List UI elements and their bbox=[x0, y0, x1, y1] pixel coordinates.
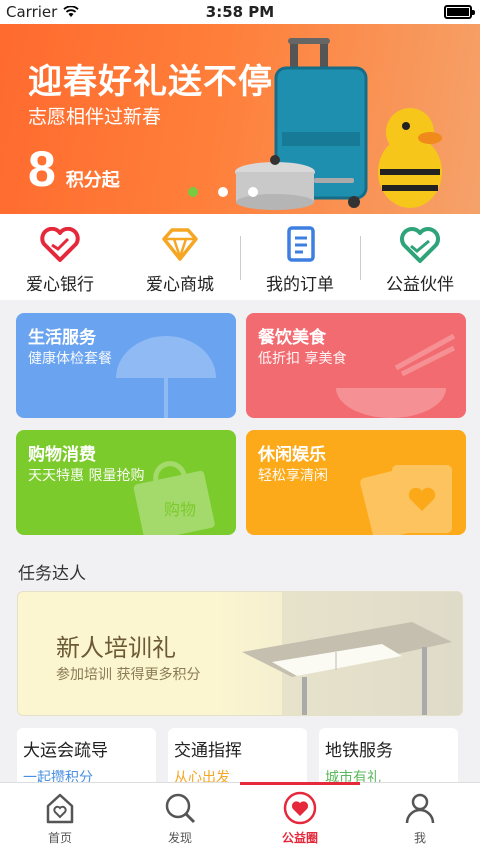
status-bar: Carrier 3:58 PM bbox=[0, 0, 480, 24]
tab-label: 发现 bbox=[167, 831, 192, 845]
quick-nav-partners[interactable]: 公益伙伴 bbox=[360, 214, 480, 300]
tab-discover[interactable]: 发现 bbox=[120, 783, 240, 853]
heart-circle-icon bbox=[283, 791, 317, 825]
bottom-tab-bar: 首页 发现 公益圈 我 bbox=[0, 782, 480, 853]
task-card-metro[interactable]: 地铁服务 城市有礼 bbox=[319, 728, 458, 788]
diamond-icon bbox=[162, 228, 198, 261]
category-dining[interactable]: 餐饮美食 低折扣 享美食 bbox=[246, 313, 466, 418]
classroom-illustration bbox=[242, 592, 462, 715]
task-list: 大运会疏导 一起攒积分 交通指挥 从心出发 地铁服务 城市有礼 bbox=[17, 728, 458, 788]
category-subtitle: 轻松享清闲 bbox=[258, 468, 328, 484]
quick-nav-label: 我的订单 bbox=[266, 275, 334, 295]
battery-icon bbox=[444, 5, 475, 19]
category-title: 购物消费 bbox=[28, 445, 96, 465]
banner-points-value: 8 bbox=[28, 141, 56, 197]
banner-points-unit: 积分起 bbox=[65, 170, 120, 191]
tab-me[interactable]: 我 bbox=[360, 783, 480, 853]
status-time: 3:58 PM bbox=[205, 3, 275, 21]
carousel-dot-3[interactable] bbox=[248, 187, 258, 197]
quick-nav-my-orders[interactable]: 我的订单 bbox=[240, 214, 360, 300]
category-title: 生活服务 bbox=[28, 328, 96, 348]
tab-label: 我 bbox=[413, 831, 426, 845]
carousel-indicator bbox=[188, 187, 258, 197]
heart-card-icon bbox=[360, 465, 452, 535]
promo-banner[interactable]: 迎春好礼送不停 志愿相伴过新春 8 积分起 bbox=[0, 24, 480, 214]
shopping-bag-icon: 购物 bbox=[133, 461, 215, 535]
quick-nav-label: 公益伙伴 bbox=[386, 275, 454, 295]
tab-label: 公益圈 bbox=[281, 831, 318, 845]
bowl-chopsticks-icon bbox=[336, 333, 456, 418]
divider bbox=[240, 236, 241, 280]
task-title: 交通指挥 bbox=[174, 741, 242, 761]
section-title-task-expert: 任务达人 bbox=[18, 564, 86, 584]
category-life-services[interactable]: 生活服务 健康体检套餐 bbox=[16, 313, 236, 418]
banner-points: 8 积分起 bbox=[28, 140, 120, 198]
carousel-dot-1[interactable] bbox=[188, 187, 198, 197]
heart-icon bbox=[40, 227, 80, 262]
task-card-traffic[interactable]: 交通指挥 从心出发 bbox=[168, 728, 307, 788]
task-card-universiade[interactable]: 大运会疏导 一起攒积分 bbox=[17, 728, 156, 788]
quick-nav-love-bank[interactable]: 爱心银行 bbox=[0, 214, 120, 300]
tab-charity-circle[interactable]: 公益圈 bbox=[240, 782, 360, 853]
task-title: 大运会疏导 bbox=[23, 741, 108, 761]
handshake-heart-icon bbox=[400, 227, 440, 263]
document-icon bbox=[287, 226, 315, 262]
shopping-bag-text: 购物 bbox=[164, 500, 196, 519]
tab-home[interactable]: 首页 bbox=[0, 783, 120, 853]
home-icon bbox=[46, 793, 74, 824]
search-icon bbox=[165, 793, 196, 824]
banner-products-illustration bbox=[235, 38, 442, 210]
promo-subtitle: 参加培训 获得更多积分 bbox=[56, 667, 201, 683]
category-leisure[interactable]: 休闲娱乐 轻松享清闲 bbox=[246, 430, 466, 535]
umbrella-icon bbox=[116, 336, 216, 418]
divider bbox=[360, 236, 361, 280]
quick-nav-love-mall[interactable]: 爱心商城 bbox=[120, 214, 240, 300]
quick-nav-label: 爱心商城 bbox=[146, 275, 214, 295]
tab-label: 首页 bbox=[47, 831, 72, 845]
category-title: 休闲娱乐 bbox=[258, 445, 326, 465]
banner-subtitle: 志愿相伴过新春 bbox=[28, 106, 162, 128]
carousel-dot-2[interactable] bbox=[218, 187, 228, 197]
quick-nav: 爱心银行 爱心商城 我的订单 公益伙伴 bbox=[0, 214, 480, 300]
task-title: 地铁服务 bbox=[325, 741, 393, 761]
newcomer-training-card[interactable]: 新人培训礼 参加培训 获得更多积分 bbox=[17, 591, 463, 716]
user-icon bbox=[405, 793, 435, 824]
category-title: 餐饮美食 bbox=[258, 328, 326, 348]
category-subtitle: 健康体检套餐 bbox=[28, 351, 112, 367]
promo-title: 新人培训礼 bbox=[56, 634, 176, 662]
quick-nav-label: 爱心银行 bbox=[26, 275, 94, 295]
category-shopping[interactable]: 购物消费 天天特惠 限量抢购 购物 bbox=[16, 430, 236, 535]
